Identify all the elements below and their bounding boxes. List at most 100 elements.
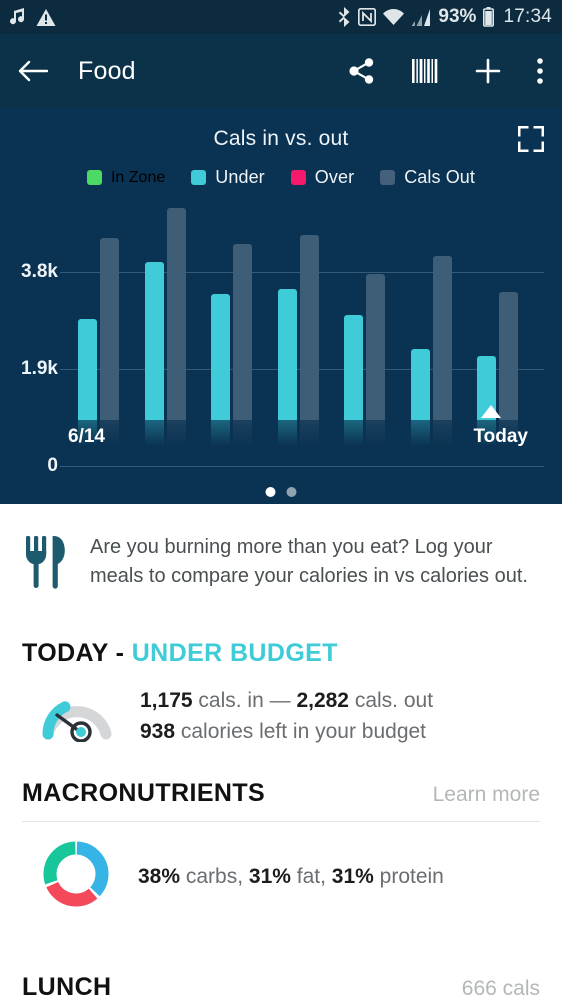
calories-in-value: 1,175 — [140, 688, 193, 712]
overflow-menu-icon[interactable] — [536, 57, 544, 85]
legend-label-over: Over — [314, 167, 355, 187]
legend-item-under: Under — [191, 167, 265, 188]
bar-under[interactable] — [410, 349, 430, 420]
bar-cals-out[interactable] — [166, 208, 186, 420]
bar-under[interactable] — [78, 318, 97, 420]
app-bar: Food — [0, 34, 562, 108]
legend-label-cals-out: Cals Out — [404, 167, 476, 187]
bar-under[interactable] — [144, 261, 164, 420]
bar-reflection — [211, 420, 231, 446]
bar-reflection — [299, 420, 319, 446]
protein-pct: 31% — [331, 865, 374, 888]
gauge-icon — [40, 684, 114, 747]
music-note-icon — [10, 7, 26, 27]
bar-group[interactable] — [477, 206, 521, 446]
legend-item-cals-out: Cals Out — [380, 167, 475, 188]
nfc-icon — [358, 8, 377, 26]
lunch-section[interactable]: LUNCH 666 cals — [0, 925, 562, 999]
legend-item-over: Over — [290, 167, 355, 188]
page-title: Food — [78, 56, 136, 85]
chart-legend: In Zone Under Over Cals Out — [0, 167, 562, 188]
y-tick-label-0: 0 — [47, 455, 58, 476]
back-button[interactable] — [18, 59, 48, 83]
macronutrients-title: MACRONUTRIENTS — [22, 779, 266, 807]
bar-under[interactable] — [277, 288, 297, 420]
status-bar-left-icons — [10, 7, 56, 27]
fat-pct: 31% — [248, 865, 291, 888]
status-bar-right-icons: 93% 17:34 — [338, 6, 552, 28]
bar-cals-out[interactable] — [366, 273, 386, 420]
share-icon[interactable] — [348, 57, 376, 85]
chart-title: Cals in vs. out — [213, 127, 349, 150]
chart-bars[interactable] — [78, 206, 544, 446]
bar-cals-out[interactable] — [233, 244, 253, 420]
gridline-0 — [60, 466, 544, 467]
pager-dot-1[interactable] — [265, 487, 276, 497]
lunch-title: LUNCH — [22, 973, 112, 999]
calories-left-tail: calories left in your budget — [175, 719, 427, 743]
bar-cals-out[interactable] — [100, 237, 119, 420]
legend-label-under: Under — [215, 167, 265, 187]
chart-x-label-last: Today — [473, 426, 528, 447]
wifi-icon — [383, 8, 405, 26]
bar-cals-out[interactable] — [499, 292, 519, 420]
fullscreen-icon[interactable] — [517, 125, 545, 157]
warning-triangle-icon — [36, 8, 56, 27]
bar-group[interactable] — [344, 206, 388, 446]
add-icon[interactable] — [474, 57, 502, 85]
macronutrients-section: MACRONUTRIENTS Learn more 38% carbs, 31%… — [0, 757, 562, 925]
macros-donut-chart — [40, 838, 112, 915]
legend-swatch-over — [290, 170, 306, 185]
bar-under[interactable] — [344, 315, 364, 420]
content-area: Are you burning more than you eat? Log y… — [0, 504, 562, 999]
tip-banner: Are you burning more than you eat? Log y… — [0, 504, 562, 617]
bar-reflection — [144, 420, 164, 446]
y-tick-label-3.8k: 3.8k — [21, 261, 58, 283]
y-tick-label-1.9k: 1.9k — [21, 358, 58, 380]
bar-reflection — [166, 420, 186, 446]
bar-reflection — [233, 420, 253, 446]
learn-more-link[interactable]: Learn more — [433, 783, 540, 807]
today-label: TODAY - — [22, 639, 132, 667]
calories-out-tail: cals. out — [349, 688, 434, 712]
cals-in-vs-out-card[interactable]: Cals in vs. out In Zone Under Over Cals … — [0, 108, 562, 504]
bluetooth-icon — [338, 7, 351, 27]
bar-group[interactable] — [410, 206, 455, 446]
today-title: TODAY - UNDER BUDGET — [22, 639, 338, 668]
tip-text: Are you burning more than you eat? Log y… — [90, 536, 528, 587]
fork-knife-icon — [22, 532, 68, 595]
today-summary-row[interactable]: 1,175 cals. in — 2,282 cals. out 938 cal… — [22, 668, 540, 757]
food-screen: 93% 17:34 Food Cals in vs. out In Zone U… — [0, 0, 562, 999]
legend-swatch-in-zone — [86, 170, 102, 185]
battery-icon — [483, 7, 495, 27]
legend-swatch-cals-out — [380, 170, 396, 185]
bar-group[interactable] — [211, 206, 255, 446]
cellular-signal-icon — [411, 8, 431, 26]
barcode-scan-icon[interactable] — [410, 57, 440, 85]
lunch-calories: 666 cals — [461, 977, 540, 999]
macronutrients-row[interactable]: 38% carbs, 31% fat, 31% protein — [22, 822, 540, 925]
chart-x-label-first: 6/14 — [68, 426, 105, 447]
bar-group[interactable] — [277, 206, 322, 446]
macronutrients-text: 38% carbs, 31% fat, 31% protein — [138, 861, 444, 892]
bar-group[interactable] — [78, 206, 122, 446]
bar-chart-plot[interactable]: 0 1.9k 3.8k 6/14 Today — [0, 206, 562, 476]
bar-cals-out[interactable] — [432, 255, 452, 420]
today-marker-icon — [481, 405, 501, 418]
bar-reflection — [366, 420, 386, 446]
bar-under[interactable] — [211, 293, 231, 420]
bar-group[interactable] — [144, 206, 189, 446]
legend-swatch-under — [191, 170, 207, 185]
bar-cals-out[interactable] — [299, 234, 319, 420]
chart-pager-dots[interactable] — [265, 487, 297, 497]
status-bar: 93% 17:34 — [0, 0, 562, 34]
bar-reflection — [277, 420, 297, 446]
carbs-label: carbs, — [180, 865, 249, 888]
today-status-badge: UNDER BUDGET — [131, 639, 338, 667]
clock-label: 17:34 — [503, 6, 552, 27]
calories-in-mid: cals. in — — [192, 688, 297, 712]
pager-dot-2[interactable] — [286, 487, 297, 497]
bar-reflection — [432, 420, 452, 446]
today-section-header: TODAY - UNDER BUDGET — [22, 617, 540, 668]
calories-left-value: 938 — [140, 719, 176, 743]
